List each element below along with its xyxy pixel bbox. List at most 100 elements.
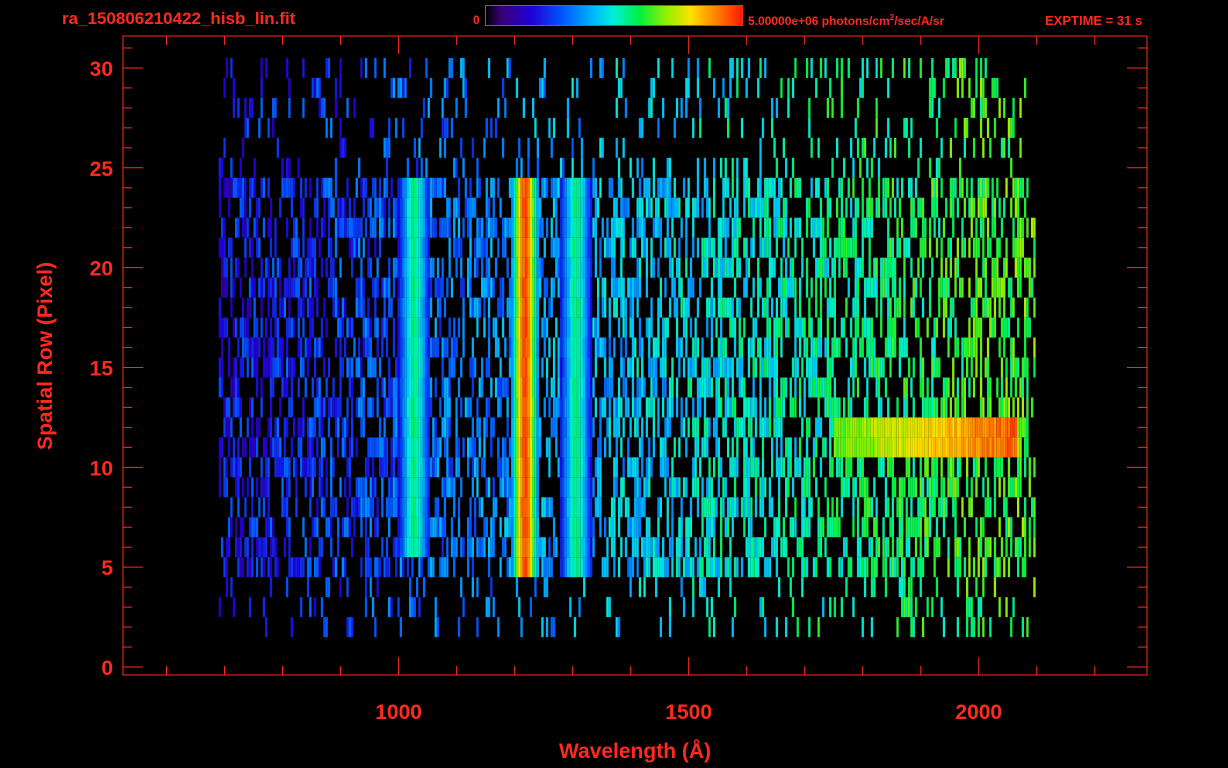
heatmap-cell	[736, 177, 739, 198]
heatmap-cell	[348, 377, 351, 398]
heatmap-cell	[599, 457, 602, 478]
heatmap-cell	[1024, 497, 1027, 518]
heatmap-cell	[573, 417, 577, 438]
heatmap-cell	[1010, 477, 1013, 498]
heatmap-cell	[972, 617, 976, 638]
heatmap-cell	[481, 257, 484, 278]
heatmap-cell	[1010, 617, 1013, 638]
heatmap-cell	[975, 417, 978, 438]
heatmap-cell	[543, 557, 546, 578]
heatmap-cell	[861, 437, 864, 458]
heatmap-cell	[620, 537, 623, 558]
heatmap-cell	[648, 477, 651, 498]
heatmap-cell	[474, 237, 477, 258]
heatmap-cell	[880, 297, 883, 318]
heatmap-cell	[810, 357, 813, 378]
heatmap-cell	[722, 417, 725, 438]
heatmap-cell	[464, 197, 467, 218]
heatmap-cell	[1014, 257, 1017, 278]
heatmap-cell	[938, 217, 941, 238]
heatmap-cell	[274, 537, 277, 558]
heatmap-cell	[260, 58, 263, 78]
heatmap-cell	[759, 157, 762, 178]
heatmap-cell	[416, 357, 419, 378]
heatmap-cell	[590, 257, 593, 278]
heatmap-cell	[998, 457, 1001, 478]
heatmap-cell	[587, 437, 590, 458]
heatmap-cell	[248, 277, 252, 298]
heatmap-cell	[608, 177, 611, 198]
heatmap-cell	[717, 97, 720, 118]
heatmap-cell	[778, 217, 781, 238]
heatmap-cell	[736, 457, 739, 478]
heatmap-cell	[555, 197, 558, 218]
heatmap-cell	[552, 377, 556, 398]
heatmap-cell	[436, 617, 440, 638]
heatmap-cell	[288, 557, 291, 578]
heatmap-cell	[882, 417, 885, 438]
heatmap-cell	[919, 357, 922, 378]
heatmap-cell	[727, 557, 730, 578]
heatmap-cell	[947, 377, 950, 398]
heatmap-cell	[956, 257, 959, 278]
heatmap-cell	[355, 357, 358, 378]
heatmap-cell	[374, 437, 377, 458]
heatmap-cell	[622, 197, 625, 218]
heatmap-cell	[694, 437, 697, 458]
heatmap-cell	[1024, 197, 1027, 218]
heatmap-cell	[901, 537, 904, 558]
heatmap-cell	[237, 97, 240, 118]
heatmap-cell	[515, 157, 519, 178]
heatmap-cell	[418, 557, 421, 578]
heatmap-cell	[260, 457, 263, 478]
heatmap-cell	[894, 137, 897, 158]
heatmap-cell	[290, 177, 293, 198]
heatmap-cell	[789, 437, 792, 458]
heatmap-cell	[692, 237, 695, 258]
heatmap-cell	[272, 337, 275, 358]
heatmap-cell	[689, 317, 693, 338]
heatmap-cell	[875, 197, 878, 218]
heatmap-cell	[708, 237, 711, 258]
heatmap-cell	[358, 217, 361, 238]
heatmap-cell	[706, 417, 709, 438]
heatmap-cell	[334, 397, 338, 418]
heatmap-cell	[819, 58, 823, 78]
heatmap-cell	[940, 277, 943, 298]
heatmap-cell	[889, 237, 892, 258]
heatmap-cell	[949, 237, 952, 258]
heatmap-cell	[237, 457, 240, 478]
heatmap-cell	[713, 157, 716, 178]
heatmap-cell	[998, 277, 1001, 298]
heatmap-cell	[513, 557, 516, 578]
heatmap-cell	[701, 357, 704, 378]
heatmap-cell	[1019, 437, 1022, 458]
heatmap-cell	[785, 477, 788, 498]
heatmap-cell	[840, 197, 843, 218]
heatmap-cell	[942, 297, 946, 318]
heatmap-cell	[462, 537, 465, 558]
heatmap-cell	[402, 337, 405, 358]
heatmap-cell	[1026, 437, 1029, 458]
heatmap-cell	[1026, 417, 1029, 438]
heatmap-cell	[935, 157, 939, 178]
heatmap-cell	[416, 437, 419, 458]
heatmap-cell	[912, 617, 915, 638]
heatmap-cell	[504, 457, 507, 478]
heatmap-cell	[972, 557, 976, 578]
heatmap-cell	[395, 437, 398, 458]
heatmap-cell	[675, 557, 679, 578]
heatmap-cell	[309, 437, 312, 458]
heatmap-cell	[671, 58, 674, 78]
heatmap-cell	[253, 277, 256, 298]
heatmap-cell	[831, 357, 834, 378]
heatmap-cell	[875, 377, 878, 398]
heatmap-cell	[409, 257, 412, 278]
heatmap-cell	[576, 257, 579, 278]
heatmap-cell	[866, 377, 869, 398]
heatmap-cell	[655, 557, 658, 578]
heatmap-cell	[367, 397, 370, 418]
heatmap-cell	[720, 517, 723, 538]
heatmap-cell	[717, 337, 720, 358]
heatmap-cell	[513, 477, 516, 498]
